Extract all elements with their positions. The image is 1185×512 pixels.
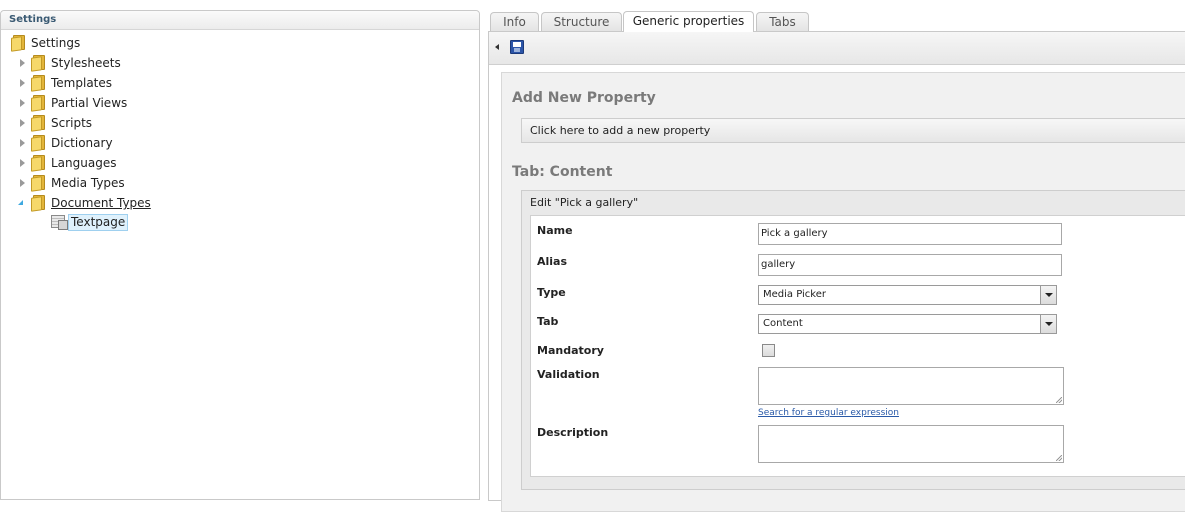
chevron-down-icon[interactable] <box>1040 315 1056 333</box>
mandatory-label: Mandatory <box>537 344 604 357</box>
folder-icon <box>11 35 27 52</box>
folder-icon <box>31 55 47 72</box>
tab-tabs[interactable]: Tabs <box>756 12 809 31</box>
mandatory-checkbox[interactable] <box>762 344 775 357</box>
type-select-value: Media Picker <box>763 289 826 300</box>
add-property-button[interactable]: Click here to add a new property <box>521 118 1185 143</box>
tab-label: Tab <box>537 315 559 328</box>
tree-node-label: Scripts <box>51 116 93 130</box>
expand-arrow-icon[interactable] <box>20 159 25 167</box>
tree-node-label: Stylesheets <box>51 56 121 70</box>
folder-icon <box>31 175 47 192</box>
type-label: Type <box>537 286 566 299</box>
folder-icon <box>31 155 47 172</box>
properties-content: Add New Property Click here to add a new… <box>501 72 1185 512</box>
validation-textarea[interactable] <box>758 367 1064 405</box>
name-input[interactable]: Pick a gallery <box>758 223 1062 245</box>
editor-panel: Add New Property Click here to add a new… <box>488 31 1185 512</box>
expand-arrow-icon[interactable] <box>20 59 25 67</box>
tree-panel-header: Settings <box>1 11 479 30</box>
folder-icon <box>31 135 47 152</box>
tab-select-value: Content <box>763 318 803 329</box>
tree-node-label: Languages <box>51 156 117 170</box>
tree-node-label: Document Types <box>51 196 151 210</box>
tree-node-label: Media Types <box>51 176 125 190</box>
toolbar <box>489 32 1185 65</box>
tab-select[interactable]: Content <box>758 314 1057 334</box>
collapse-panel-icon[interactable] <box>495 44 499 50</box>
tab-info[interactable]: Info <box>490 12 539 31</box>
folder-icon <box>31 75 47 92</box>
add-property-title: Add New Property <box>512 90 656 106</box>
validation-label: Validation <box>537 368 600 381</box>
folder-icon <box>31 95 47 112</box>
expand-arrow-icon[interactable] <box>20 119 25 127</box>
expand-arrow-icon[interactable] <box>20 79 25 87</box>
expand-arrow-icon[interactable] <box>20 179 25 187</box>
type-select[interactable]: Media Picker <box>758 285 1057 305</box>
collapse-arrow-icon[interactable] <box>18 200 23 205</box>
name-label: Name <box>537 224 573 237</box>
edit-property-title: Edit "Pick a gallery" <box>530 196 639 209</box>
property-form: Name Pick a gallery Alias gallery Type M… <box>530 215 1185 477</box>
description-textarea[interactable] <box>758 425 1064 463</box>
settings-tree-panel: Settings Settings Stylesheets Templates … <box>0 10 480 500</box>
expand-arrow-icon[interactable] <box>20 139 25 147</box>
alias-input[interactable]: gallery <box>758 254 1062 276</box>
tree-node-label: Textpage <box>68 214 129 231</box>
regex-search-link[interactable]: Search for a regular expression <box>758 408 899 418</box>
description-label: Description <box>537 426 609 439</box>
tab-structure[interactable]: Structure <box>541 12 622 31</box>
edit-property-box: Edit "Pick a gallery" Name Pick a galler… <box>521 190 1185 490</box>
tree-node-label: Settings <box>31 36 81 50</box>
tree-node-label: Partial Views <box>51 96 128 110</box>
expand-arrow-icon[interactable] <box>20 99 25 107</box>
save-icon[interactable] <box>510 40 524 54</box>
folder-icon <box>31 195 47 212</box>
chevron-down-icon[interactable] <box>1040 286 1056 304</box>
tab-content-title: Tab: Content <box>512 164 613 180</box>
tab-generic-properties[interactable]: Generic properties <box>623 11 754 32</box>
tree-node-label: Dictionary <box>51 136 113 150</box>
document-type-icon <box>51 215 68 230</box>
tree-node-label: Templates <box>51 76 113 90</box>
folder-icon <box>31 115 47 132</box>
alias-label: Alias <box>537 255 568 268</box>
